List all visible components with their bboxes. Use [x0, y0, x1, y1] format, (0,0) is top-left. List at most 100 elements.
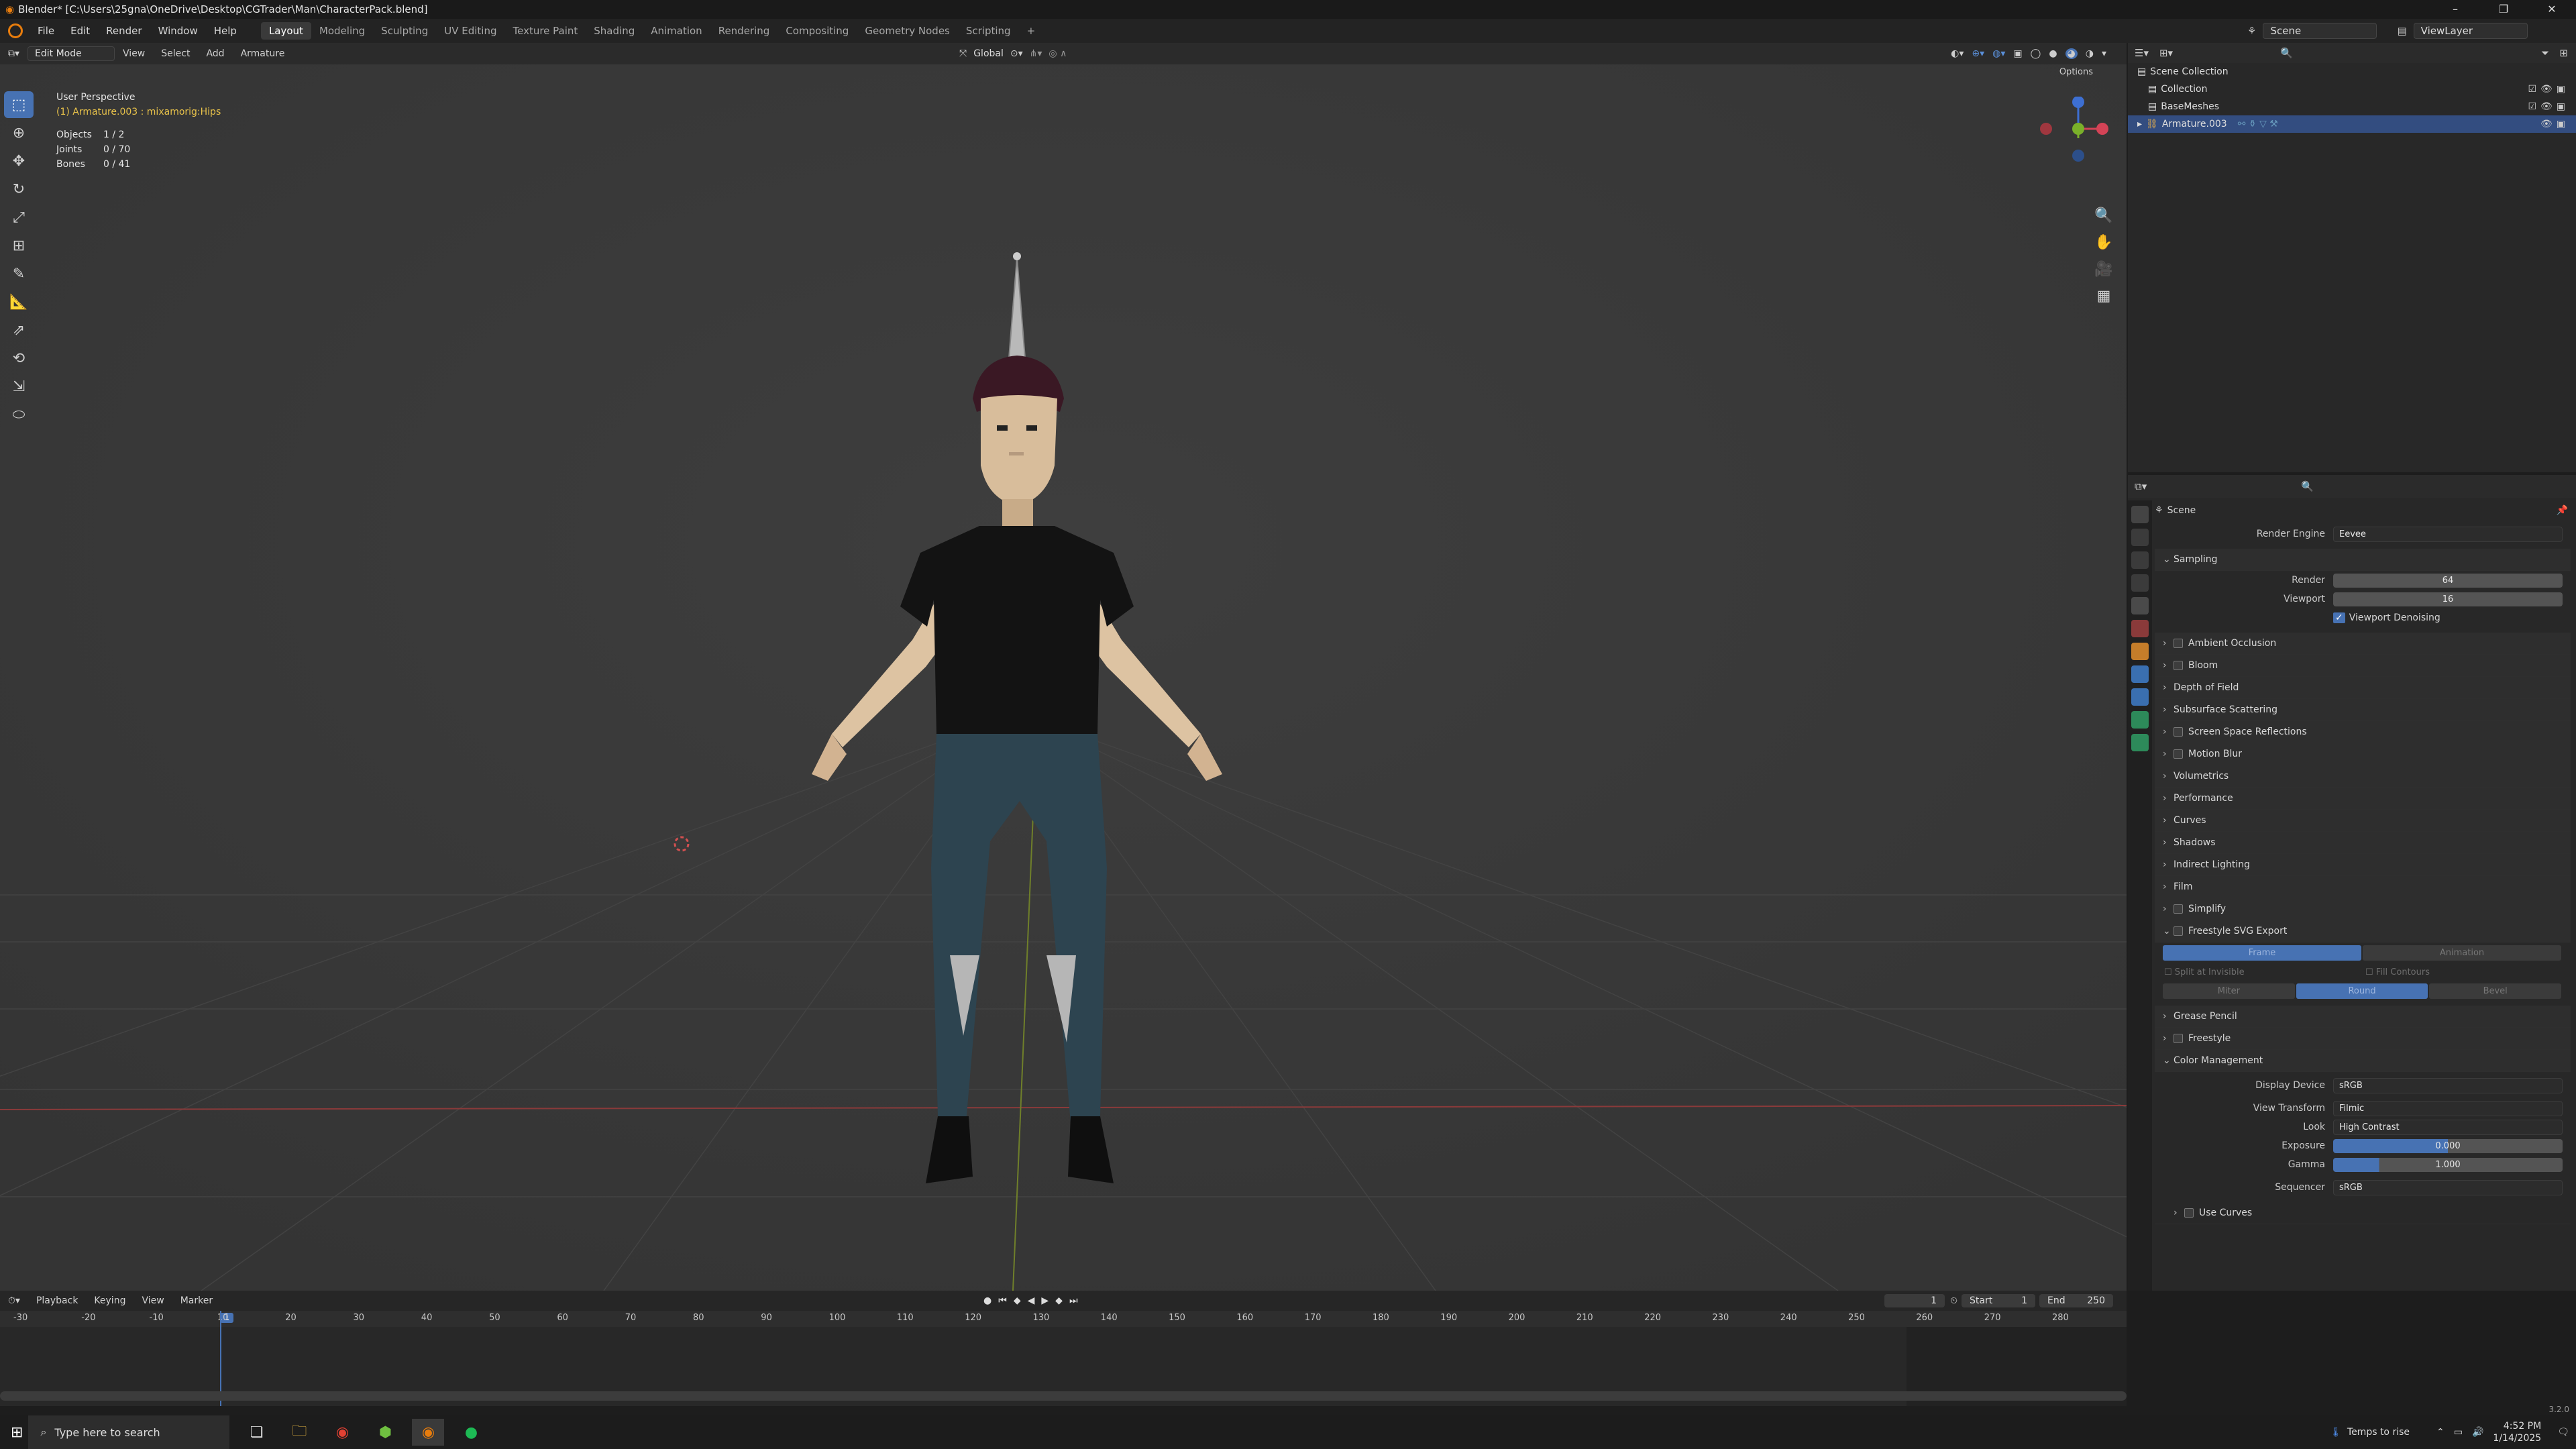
blender-logo-icon[interactable] [8, 23, 23, 38]
tab-sculpting[interactable]: Sculpting [373, 22, 436, 40]
bone-tab-icon[interactable] [2131, 734, 2149, 751]
windows-start-icon[interactable]: ⊞ [11, 1424, 23, 1441]
visibility-toggles[interactable]: ☑👁▣ [2528, 101, 2569, 112]
mode-selector[interactable]: Edit Mode [28, 46, 115, 61]
object-tab-icon[interactable] [2131, 643, 2149, 660]
snap-icon[interactable]: ⋔▾ [1030, 48, 1042, 59]
chrome-icon[interactable]: ◉ [326, 1419, 358, 1446]
scene-tab-icon[interactable] [2131, 597, 2149, 614]
properties-search-icon[interactable]: 🔍 [2301, 480, 2314, 492]
timeline-menu-playback[interactable]: Playback [28, 1295, 86, 1306]
svg-frame-option[interactable]: Frame [2163, 945, 2361, 961]
display-mode-icon[interactable]: ⊞▾ [2159, 47, 2173, 59]
record-icon[interactable]: ● [983, 1295, 991, 1306]
panel-ambient-occlusion[interactable]: › Ambient Occlusion [2155, 633, 2571, 655]
tab-uv-editing[interactable]: UV Editing [436, 22, 504, 40]
exposure-slider[interactable]: 0.000 [2333, 1138, 2563, 1153]
viewport-samples-field[interactable]: 16 [2333, 592, 2563, 606]
physics-tab-icon[interactable] [2131, 665, 2149, 683]
viewport-menu-view[interactable]: View [115, 48, 153, 59]
maximize-button[interactable]: ❐ [2479, 0, 2528, 19]
network-icon[interactable]: ▭ [2454, 1427, 2463, 1438]
timeline-editor-type-icon[interactable]: ⏱▾ [0, 1295, 28, 1306]
timeline-ruler[interactable]: -30 -20 -10 1 10 20 30 40 50 60 70 80 90 100 110 120 130… [0, 1311, 2127, 1327]
panel-freestyle[interactable]: › Freestyle [2155, 1028, 2571, 1050]
shading-options-icon[interactable]: ▾ [2102, 48, 2106, 59]
minimize-button[interactable]: – [2431, 0, 2479, 19]
volume-icon[interactable]: 🔊 [2472, 1427, 2483, 1438]
view-layer-tab-icon[interactable] [2131, 574, 2149, 592]
outliner-item-basemeshes[interactable]: ▤ BaseMeshes ☑👁▣ [2128, 98, 2576, 115]
timeline-menu-view[interactable]: View [133, 1295, 172, 1306]
file-explorer-icon[interactable]: 🗀 [283, 1419, 315, 1446]
split-at-invisible-checkbox[interactable]: ☐ Split at Invisible [2164, 967, 2365, 977]
annotate-tool-icon[interactable]: ✎ [4, 260, 34, 287]
close-button[interactable]: ✕ [2528, 0, 2576, 19]
filter-icon[interactable]: ⏷ [2541, 47, 2549, 59]
panel-indirect-lighting[interactable]: › Indirect Lighting [2155, 854, 2571, 876]
gizmo-toggle-icon[interactable]: ⊕▾ [1972, 48, 1984, 59]
tool-tab-icon[interactable] [2131, 506, 2149, 523]
panel-curves[interactable]: › Curves [2155, 810, 2571, 832]
svg-bevel-option[interactable]: Bevel [2429, 983, 2562, 999]
weather-label[interactable]: Temps to rise [2347, 1427, 2410, 1438]
options-dropdown[interactable]: Options [2059, 67, 2093, 77]
tab-shading[interactable]: Shading [586, 22, 643, 40]
timeline-editor[interactable]: ⏱▾ Playback Keying View Marker ● ⏮ ◆ ◀ ▶… [0, 1291, 2127, 1406]
overlay-toggle-icon[interactable]: ◍▾ [1992, 48, 2005, 59]
cursor-tool-icon[interactable]: ⊕ [4, 119, 34, 146]
select-box-tool-icon[interactable]: ⬚ [4, 91, 34, 118]
scene-selector[interactable]: Scene [2263, 23, 2377, 39]
svg-mode-toggle[interactable]: Frame Animation [2163, 945, 2563, 961]
perspective-toggle-icon[interactable]: ▦ [2092, 284, 2116, 309]
render-samples-field[interactable]: 64 [2333, 573, 2563, 588]
viewport-menu-armature[interactable]: Armature [233, 48, 293, 59]
panel-shadows[interactable]: › Shadows [2155, 832, 2571, 854]
shading-solid-icon[interactable]: ● [2049, 48, 2057, 59]
view-layer-selector[interactable]: ViewLayer [2413, 23, 2528, 39]
shading-rendered-icon[interactable]: ◑ [2086, 48, 2094, 59]
pin-icon[interactable]: 📌 [2557, 505, 2568, 516]
panel-subsurface-scattering[interactable]: › Subsurface Scattering [2155, 699, 2571, 721]
transform-orientation-dropdown[interactable]: Global [973, 48, 1004, 59]
start-frame-field[interactable]: Start 1 [1962, 1294, 2035, 1307]
end-frame-field[interactable]: End 250 [2039, 1294, 2113, 1307]
navigation-gizmo[interactable] [2039, 97, 2113, 197]
viewport-menu-select[interactable]: Select [153, 48, 198, 59]
pan-hand-icon[interactable]: ✋ [2092, 231, 2116, 255]
tab-modeling[interactable]: Modeling [311, 22, 373, 40]
visibility-toggles[interactable]: ☑👁▣ [2528, 84, 2569, 95]
menu-edit[interactable]: Edit [62, 25, 98, 37]
viewport-denoising-checkbox[interactable]: ✓ Viewport Denoising [2333, 612, 2563, 623]
editor-type-icon[interactable]: ⧉▾ [0, 48, 28, 59]
tab-texture-paint[interactable]: Texture Paint [504, 22, 586, 40]
tray-chevron-icon[interactable]: ⌃ [2436, 1427, 2445, 1438]
menu-help[interactable]: Help [206, 25, 245, 37]
menu-render[interactable]: Render [98, 25, 150, 37]
viewport-menu-add[interactable]: Add [198, 48, 232, 59]
panel-use-curves[interactable]: › Use Curves [2155, 1202, 2571, 1224]
measure-tool-icon[interactable]: 📐 [4, 288, 34, 315]
svg-animation-option[interactable]: Animation [2363, 945, 2561, 961]
panel-performance[interactable]: › Performance [2155, 788, 2571, 810]
outliner-panel[interactable]: ☰▾ ⊞▾ 🔍 ⏷ ⊞ ▤ Scene Collection ▤ Collect… [2128, 43, 2576, 472]
preview-range-icon[interactable]: ⏲ [1950, 1295, 1957, 1306]
jump-start-icon[interactable]: ⏮ [998, 1295, 1007, 1306]
shading-material-icon[interactable]: ◕ [2065, 48, 2078, 59]
armature-data-tab-icon[interactable] [2131, 711, 2149, 729]
roll-tool-icon[interactable]: ⟲ [4, 345, 34, 372]
outliner-item-armature[interactable]: ▸ ⛓ Armature.003 ⚯ ⚱ ▽ ⚒ 👁▣ [2128, 115, 2576, 133]
display-device-dropdown[interactable]: sRGB [2333, 1077, 2563, 1093]
extrude-tool-icon[interactable]: ⇗ [4, 317, 34, 343]
shading-wireframe-icon[interactable]: ◯ [2031, 48, 2041, 59]
next-keyframe-icon[interactable]: ◆ [1055, 1295, 1063, 1306]
sequencer-dropdown[interactable]: sRGB [2333, 1179, 2563, 1195]
panel-freestyle-svg-export[interactable]: ⌄ Freestyle SVG Export [2155, 920, 2571, 943]
outliner-item-scene-collection[interactable]: ▤ Scene Collection [2128, 63, 2576, 80]
outliner-search-icon[interactable]: 🔍 [2280, 47, 2293, 59]
blender-taskbar-icon[interactable]: ◉ [412, 1419, 445, 1446]
tab-layout[interactable]: Layout [260, 22, 311, 40]
3d-viewport[interactable]: ⧉▾ Edit Mode View Select Add Armature ⤧ … [0, 43, 2127, 1291]
notification-icon[interactable]: 🗨 [2557, 1427, 2569, 1438]
world-tab-icon[interactable] [2131, 620, 2149, 637]
